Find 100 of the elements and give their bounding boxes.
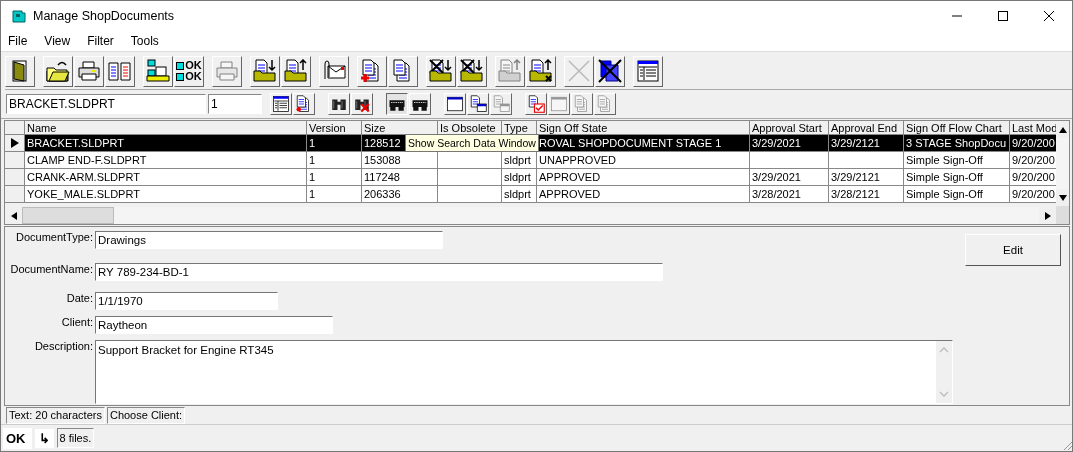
- table-cell: 1: [309, 171, 316, 183]
- window-check-icon: [550, 95, 568, 113]
- table-cell: 128512: [364, 137, 401, 149]
- column-header[interactable]: Sign Off Flow Chart: [904, 121, 1010, 135]
- status-text: Choose Client:: [106, 407, 186, 424]
- document-window-icon: [469, 95, 487, 113]
- table-cell: 3/29/2021: [752, 171, 801, 183]
- current-row-icon: [10, 138, 19, 148]
- menu-item[interactable]: Tools: [128, 34, 161, 48]
- table-cell: 3/29/2121: [831, 137, 880, 149]
- column-header[interactable]: Approval Start: [750, 121, 829, 135]
- menu-item[interactable]: View: [42, 34, 73, 48]
- table-cell: CRANK-ARM.SLDPRT: [27, 171, 140, 183]
- table-cell: 1: [309, 188, 316, 200]
- table-cell: 9/20/200: [1012, 171, 1055, 183]
- table-cell: 9/20/200: [1012, 137, 1055, 149]
- table-cell: 153088: [364, 154, 401, 166]
- document-export-icon: [498, 59, 522, 83]
- table-cell: 9/20/200: [1012, 188, 1055, 200]
- table-cell: Simple Sign-Off: [906, 188, 983, 200]
- table-cell: 9/20/200: [1012, 154, 1055, 166]
- table-cell: Simple Sign-Off: [906, 171, 983, 183]
- table-cell: ROVAL SHOPDOCUMENT STAGE 1: [539, 137, 722, 149]
- flowchart-icon: [146, 59, 170, 83]
- scroll-left-icon[interactable]: [10, 211, 17, 220]
- ok-label: OK: [3, 427, 32, 449]
- horizontal-scrollbar[interactable]: [5, 207, 1056, 224]
- table-cell: sldprt: [504, 171, 531, 183]
- status-text: Text: 20 characters: [6, 407, 105, 424]
- printer-icon: [215, 59, 239, 83]
- scroll-right-icon[interactable]: [1044, 211, 1051, 220]
- app-icon: [11, 8, 27, 24]
- text-field[interactable]: Drawings: [95, 231, 443, 249]
- table-row[interactable]: CRANK-ARM.SLDPRT 1 117248 sldprt APPROVED 3/29/2021 3/29/2121 Simple Sign-Off 9/20/200: [5, 169, 1056, 186]
- table-cell: Simple Sign-Off: [906, 154, 983, 166]
- window-title: Manage ShopDocuments: [33, 9, 175, 23]
- table-cell: 117248: [364, 171, 400, 183]
- table-cell: CLAMP END-F.SLDPRT: [27, 154, 147, 166]
- close-icon: [567, 59, 591, 83]
- field-label: Client:: [60, 316, 94, 328]
- table-cell: APPROVED: [539, 171, 601, 183]
- field-label: DocumentType:: [14, 231, 94, 243]
- scroll-up-icon[interactable]: [1058, 126, 1067, 133]
- delete-import-icon: [429, 59, 453, 83]
- column-header[interactable]: Last Mod: [1010, 121, 1056, 135]
- text-field[interactable]: RY 789-234-BD-1: [95, 263, 663, 281]
- table-cell: 3/28/2121: [831, 188, 880, 200]
- table-cell: YOKE_MALE.SLDPRT: [27, 188, 140, 200]
- table-cell: BRACKET.SLDPRT: [27, 137, 124, 149]
- tooltip: Show Search Data Window: [405, 134, 539, 152]
- toolbar-button[interactable]: [386, 93, 408, 115]
- table-cell: 3/28/2021: [752, 188, 801, 200]
- table-cell: 1: [309, 137, 316, 149]
- table-cell: UNAPPROVED: [539, 154, 617, 166]
- name-search-field[interactable]: BRACKET.SLDPRT: [6, 94, 206, 114]
- table-cell: 206336: [364, 188, 401, 200]
- table-list-icon: [272, 95, 290, 113]
- column-header[interactable]: Approval End: [829, 121, 904, 135]
- table-cell: 3/29/2021: [752, 137, 801, 149]
- field-label: Date:: [65, 292, 94, 304]
- text-field[interactable]: 1/1/1970: [95, 292, 278, 310]
- scroll-down-icon[interactable]: [1058, 194, 1067, 201]
- column-header[interactable]: Size: [362, 121, 438, 135]
- table-cell: 1: [309, 154, 316, 166]
- table-row[interactable]: CLAMP END-F.SLDPRT 1 153088 sldprt UNAPPROVED Simple Sign-Off 9/20/200: [5, 152, 1056, 169]
- document-window-icon: [492, 95, 510, 113]
- table-row[interactable]: YOKE_MALE.SLDPRT 1 206336 sldprt APPROVED 3/28/2021 3/28/2121 Simple Sign-Off 9/20/200: [5, 186, 1056, 203]
- edit-button[interactable]: Edit: [965, 234, 1061, 266]
- version-field[interactable]: 1: [208, 94, 262, 114]
- printer-icon: [77, 59, 101, 83]
- resize-grip-icon: [1062, 440, 1072, 450]
- toolbar-button[interactable]: OK OK: [174, 55, 204, 87]
- table-cell: sldprt: [504, 188, 531, 200]
- text-field[interactable]: Raytheon: [95, 316, 333, 334]
- delete-import-icon: [460, 59, 484, 83]
- open-folder-icon: [46, 59, 70, 83]
- column-header[interactable]: Type: [502, 121, 537, 135]
- table-cell: APPROVED: [539, 188, 601, 200]
- scroll-thumb[interactable]: [22, 207, 114, 224]
- window-icon: [446, 95, 464, 113]
- column-header[interactable]: Name: [25, 121, 307, 135]
- document-export-icon: [284, 59, 308, 83]
- column-header[interactable]: Sign Off State: [537, 121, 750, 135]
- table-cell: 3 STAGE ShopDocu: [906, 137, 1007, 149]
- menu-item[interactable]: File: [6, 34, 30, 48]
- column-header[interactable]: Version: [307, 121, 362, 135]
- table-cell: 3/29/2121: [831, 171, 880, 183]
- scrollbar-corner: [1056, 206, 1069, 224]
- file-count: 8 files.: [56, 428, 95, 448]
- field-label: Description:: [33, 340, 94, 352]
- menu-item[interactable]: Filter: [85, 34, 116, 48]
- delete-documents-icon: [598, 59, 622, 83]
- field-label: DocumentName:: [9, 263, 94, 275]
- table-icon: [636, 59, 660, 83]
- export-delete-icon: [529, 59, 553, 83]
- documents-icon: [108, 59, 132, 83]
- vertical-scrollbar[interactable]: [1056, 121, 1069, 224]
- document-import-icon: [253, 59, 277, 83]
- document-check-icon: [527, 95, 545, 113]
- column-header[interactable]: Is Obsolete: [438, 121, 502, 135]
